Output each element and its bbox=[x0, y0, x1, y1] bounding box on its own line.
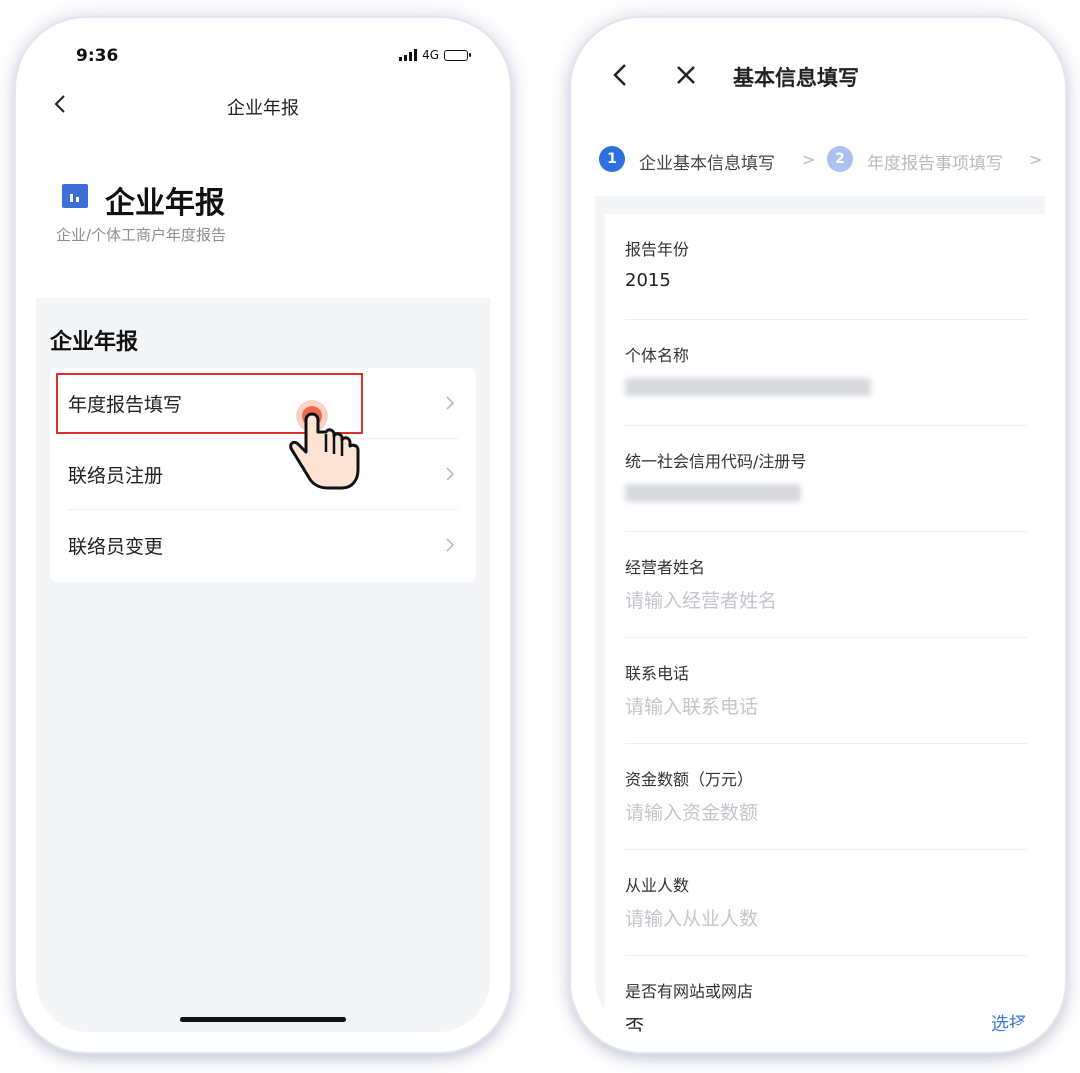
report-logo-icon bbox=[62, 184, 88, 208]
step-label-inactive: 年度报告事项填写 bbox=[867, 154, 1003, 174]
battery-icon bbox=[444, 49, 471, 61]
phone-input[interactable]: 请输入联系电话 bbox=[625, 692, 758, 719]
status-indicators: 4G bbox=[399, 48, 471, 62]
field-entity-name: 个体名称 bbox=[625, 320, 1027, 426]
field-label: 资金数额（万元） bbox=[625, 770, 754, 789]
page-subtitle: 企业/个体工商户年度报告 bbox=[56, 226, 227, 244]
field-label: 从业人数 bbox=[625, 876, 690, 895]
step-number-inactive: 2 bbox=[827, 146, 853, 172]
chevron-left-icon bbox=[613, 64, 626, 86]
tap-hand-icon bbox=[289, 400, 360, 490]
menu-item-liaison-change[interactable]: 联络员变更 bbox=[50, 510, 476, 581]
status-bar: 9:36 4G bbox=[36, 38, 490, 84]
field-website: 是否有网站或网店 否 选择 bbox=[625, 956, 1027, 1032]
phone-frame-left: 9:36 4G 企业年报 企业年报 企业/个体工商户年度报告 企业年报 年度报告… bbox=[16, 18, 510, 1052]
home-indicator[interactable] bbox=[180, 1017, 346, 1022]
close-button[interactable] bbox=[671, 60, 701, 90]
step-indicator: 1 企业基本信息填写 > 2 年度报告事项填写 > bbox=[595, 116, 1045, 196]
network-type: 4G bbox=[422, 48, 439, 62]
page-title: 基本信息填写 bbox=[733, 66, 859, 90]
back-button[interactable] bbox=[605, 60, 635, 90]
field-label: 个体名称 bbox=[625, 346, 690, 365]
field-label: 统一社会信用代码/注册号 bbox=[625, 452, 807, 471]
select-button[interactable]: 选择 bbox=[991, 1010, 1027, 1032]
screen-left: 9:36 4G 企业年报 企业年报 企业/个体工商户年度报告 企业年报 年度报告… bbox=[36, 38, 490, 1032]
menu-item-label: 联络员变更 bbox=[68, 536, 164, 558]
signal-icon bbox=[399, 49, 418, 61]
field-value: 2015 bbox=[625, 270, 671, 291]
blurred-credit-code bbox=[625, 484, 801, 502]
page-title: 企业年报 bbox=[105, 186, 225, 221]
chevron-right-icon bbox=[446, 538, 455, 552]
field-label: 联系电话 bbox=[625, 664, 690, 683]
navbar: 企业年报 bbox=[36, 84, 490, 124]
field-report-year: 报告年份 2015 bbox=[625, 214, 1027, 320]
section-title: 企业年报 bbox=[50, 330, 139, 355]
field-label: 经营者姓名 bbox=[625, 558, 706, 577]
field-label: 报告年份 bbox=[625, 240, 690, 259]
phone-frame-right: 基本信息填写 1 企业基本信息填写 > 2 年度报告事项填写 > 报告年份 20… bbox=[571, 18, 1065, 1052]
chevron-right-icon: > bbox=[1029, 150, 1043, 169]
navbar: 基本信息填写 bbox=[595, 38, 1045, 116]
field-capital[interactable]: 资金数额（万元） 请输入资金数额 bbox=[625, 744, 1027, 850]
status-time: 9:36 bbox=[76, 46, 119, 66]
employees-input[interactable]: 请输入从业人数 bbox=[625, 904, 758, 931]
field-employees[interactable]: 从业人数 请输入从业人数 bbox=[625, 850, 1027, 956]
field-value: 否 bbox=[625, 1016, 645, 1032]
step-number-active: 1 bbox=[599, 146, 625, 172]
form-card: 报告年份 2015 个体名称 统一社会信用代码/注册号 经营者姓名 请输入经营者… bbox=[605, 214, 1045, 1032]
capital-input[interactable]: 请输入资金数额 bbox=[625, 798, 758, 825]
page-header: 企业年报 企业/个体工商户年度报告 bbox=[36, 124, 490, 298]
close-icon bbox=[677, 66, 695, 84]
field-credit-code: 统一社会信用代码/注册号 bbox=[625, 426, 1027, 532]
step-label-active: 企业基本信息填写 bbox=[639, 154, 775, 174]
chevron-right-icon bbox=[446, 467, 455, 481]
chevron-right-icon bbox=[446, 396, 455, 410]
menu-item-label: 联络员注册 bbox=[68, 465, 164, 487]
chevron-right-icon: > bbox=[802, 150, 816, 169]
operator-name-input[interactable]: 请输入经营者姓名 bbox=[625, 586, 777, 613]
nav-title: 企业年报 bbox=[227, 98, 299, 119]
field-operator-name[interactable]: 经营者姓名 请输入经营者姓名 bbox=[625, 532, 1027, 638]
field-label: 是否有网站或网店 bbox=[625, 982, 754, 1001]
blurred-entity-name bbox=[625, 378, 871, 396]
menu-item-liaison-register[interactable]: 联络员注册 bbox=[50, 439, 476, 510]
screen-right: 基本信息填写 1 企业基本信息填写 > 2 年度报告事项填写 > 报告年份 20… bbox=[595, 38, 1045, 1032]
field-phone[interactable]: 联系电话 请输入联系电话 bbox=[625, 638, 1027, 744]
